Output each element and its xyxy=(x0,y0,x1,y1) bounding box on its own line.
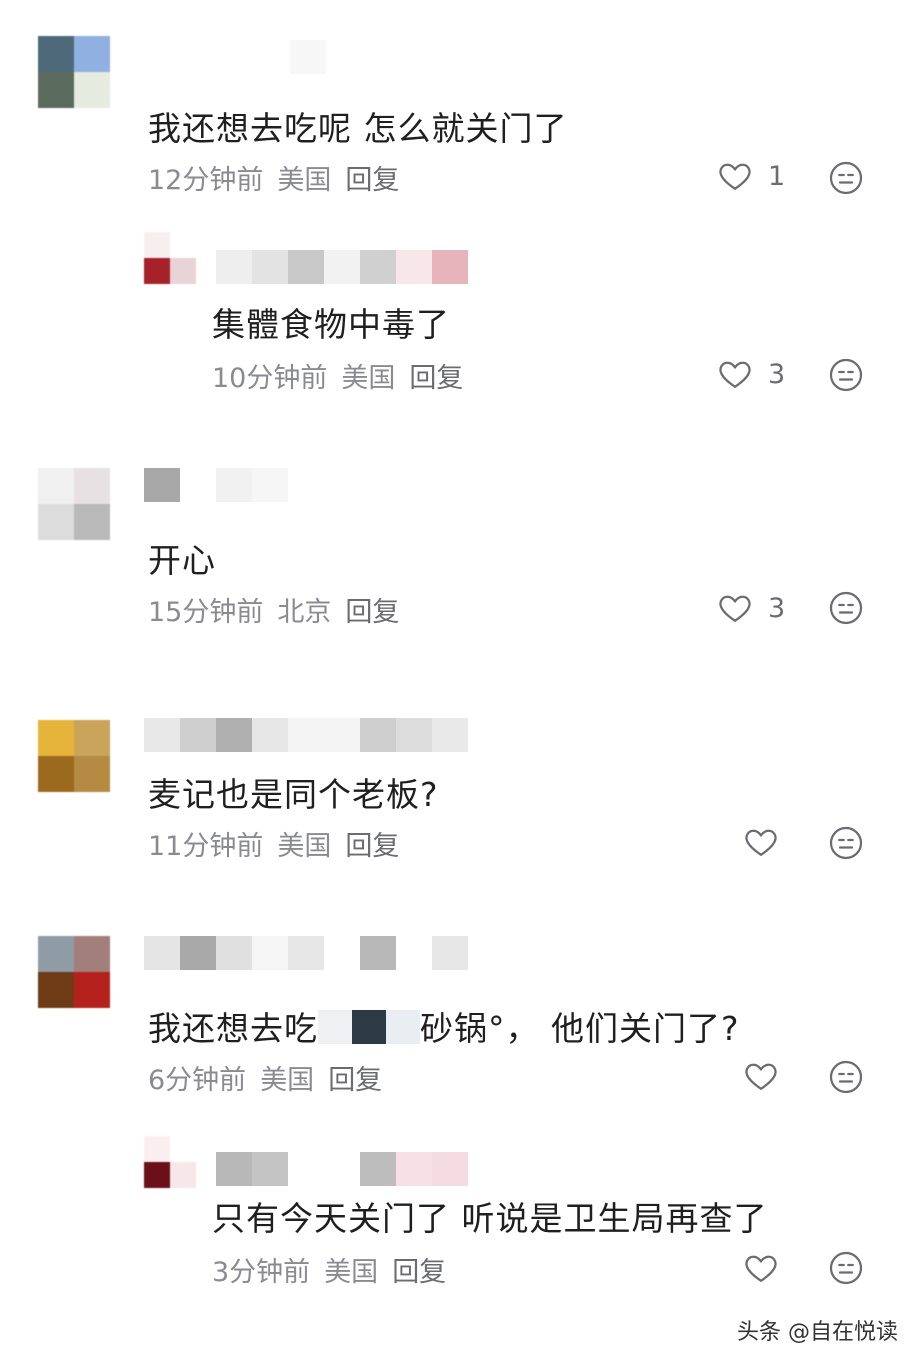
like-count: 1 xyxy=(768,160,786,192)
comment-location: 美国 xyxy=(260,1065,315,1096)
avatar-tile xyxy=(144,258,170,284)
meh-face-icon xyxy=(829,1251,863,1285)
like-button[interactable] xyxy=(742,1250,780,1286)
comment-time: 10分钟前 xyxy=(212,363,328,394)
comment-time: 3分钟前 xyxy=(212,1257,311,1288)
avatar-tile xyxy=(74,756,110,792)
reply-button[interactable]: 回复 xyxy=(409,363,463,394)
dislike-button[interactable] xyxy=(828,160,864,196)
meh-face-icon xyxy=(829,358,863,392)
username-blurred[interactable] xyxy=(216,250,468,284)
comment-text: 开心 xyxy=(148,541,216,580)
heart-icon xyxy=(719,595,751,623)
dislike-button[interactable] xyxy=(828,357,864,393)
comment-text-end: 砂锅°， 他们关门了? xyxy=(420,1009,740,1048)
avatar-tile xyxy=(38,756,74,792)
comment-location: 北京 xyxy=(277,597,332,628)
meh-face-icon xyxy=(829,161,863,195)
avatar-tile xyxy=(74,72,110,108)
comment-location: 美国 xyxy=(324,1257,379,1288)
avatar-tile xyxy=(74,972,110,1008)
like-button[interactable]: 3 xyxy=(716,590,785,626)
heart-icon xyxy=(719,163,751,191)
comment-meta: 11分钟前 美国 回复 xyxy=(148,824,413,863)
avatar-tile xyxy=(38,720,74,756)
avatar-tile xyxy=(74,720,110,756)
heart-icon xyxy=(745,829,777,857)
avatar-tile xyxy=(74,504,110,540)
username-blurred[interactable] xyxy=(144,468,288,502)
avatar-tile xyxy=(38,504,74,540)
dislike-button[interactable] xyxy=(828,590,864,626)
like-button[interactable]: 1 xyxy=(716,158,785,194)
dislike-button[interactable] xyxy=(828,1059,864,1095)
like-count: 3 xyxy=(768,592,786,624)
avatar-tile xyxy=(170,1162,196,1188)
avatar-tile xyxy=(170,258,196,284)
meh-face-icon xyxy=(829,1060,863,1094)
comment-location: 美国 xyxy=(341,363,396,394)
avatar[interactable] xyxy=(38,720,110,792)
comment-text: 麦记也是同个老板? xyxy=(148,775,439,814)
avatar-tile xyxy=(38,468,74,504)
comment-location: 美国 xyxy=(277,831,332,862)
avatar-tile xyxy=(74,936,110,972)
username-blurred[interactable] xyxy=(290,40,326,74)
avatar[interactable] xyxy=(38,936,110,1008)
like-button[interactable]: 3 xyxy=(716,356,785,392)
reply-button[interactable]: 回复 xyxy=(392,1257,446,1288)
comment-time: 6分钟前 xyxy=(148,1065,247,1096)
dislike-button[interactable] xyxy=(828,1250,864,1286)
comment-text: 只有今天关门了 听说是卫生局再查了 xyxy=(212,1199,768,1238)
comment-meta: 6分钟前 美国 回复 xyxy=(148,1058,396,1097)
avatar[interactable] xyxy=(144,1136,196,1188)
watermark: 头条 @自在悦读 xyxy=(737,1320,898,1345)
redacted-text xyxy=(318,1009,420,1052)
avatar-tile xyxy=(38,72,74,108)
comment-meta: 15分钟前 北京 回复 xyxy=(148,590,413,629)
like-count: 3 xyxy=(768,358,786,390)
comment-time: 15分钟前 xyxy=(148,597,264,628)
avatar-tile xyxy=(144,1136,170,1162)
avatar[interactable] xyxy=(38,36,110,108)
avatar[interactable] xyxy=(144,232,196,284)
username-blurred[interactable] xyxy=(144,718,468,752)
heart-icon xyxy=(745,1255,777,1283)
comment-meta: 10分钟前 美国 回复 xyxy=(212,356,477,395)
comment-text: 集體食物中毒了 xyxy=(212,305,450,344)
reply-button[interactable]: 回复 xyxy=(345,165,399,196)
comment-text: 我还想去吃呢 怎么就关门了 xyxy=(148,109,568,148)
avatar-tile xyxy=(144,1162,170,1188)
avatar-tile xyxy=(170,1136,196,1162)
comment-time: 12分钟前 xyxy=(148,165,264,196)
avatar[interactable] xyxy=(38,468,110,540)
comment-text: 我还想去吃 砂锅°， 他们关门了? xyxy=(148,1002,740,1052)
dislike-button[interactable] xyxy=(828,825,864,861)
reply-button[interactable]: 回复 xyxy=(345,831,399,862)
meh-face-icon xyxy=(829,591,863,625)
comment-text-start: 我还想去吃 xyxy=(148,1009,318,1048)
avatar-tile xyxy=(38,936,74,972)
avatar-tile xyxy=(74,36,110,72)
comment-meta: 12分钟前 美国 回复 xyxy=(148,158,413,197)
avatar-tile xyxy=(38,36,74,72)
like-button[interactable] xyxy=(742,824,780,860)
username-blurred[interactable] xyxy=(216,1152,468,1186)
reply-button[interactable]: 回复 xyxy=(328,1065,382,1096)
reply-button[interactable]: 回复 xyxy=(345,597,399,628)
username-blurred[interactable] xyxy=(144,936,468,970)
avatar-tile xyxy=(144,232,170,258)
avatar-tile xyxy=(170,232,196,258)
avatar-tile xyxy=(74,468,110,504)
comment-meta: 3分钟前 美国 回复 xyxy=(212,1250,460,1289)
comment-location: 美国 xyxy=(277,165,332,196)
heart-icon xyxy=(745,1063,777,1091)
like-button[interactable] xyxy=(742,1058,780,1094)
comment-time: 11分钟前 xyxy=(148,831,264,862)
meh-face-icon xyxy=(829,826,863,860)
avatar-tile xyxy=(38,972,74,1008)
heart-icon xyxy=(719,361,751,389)
